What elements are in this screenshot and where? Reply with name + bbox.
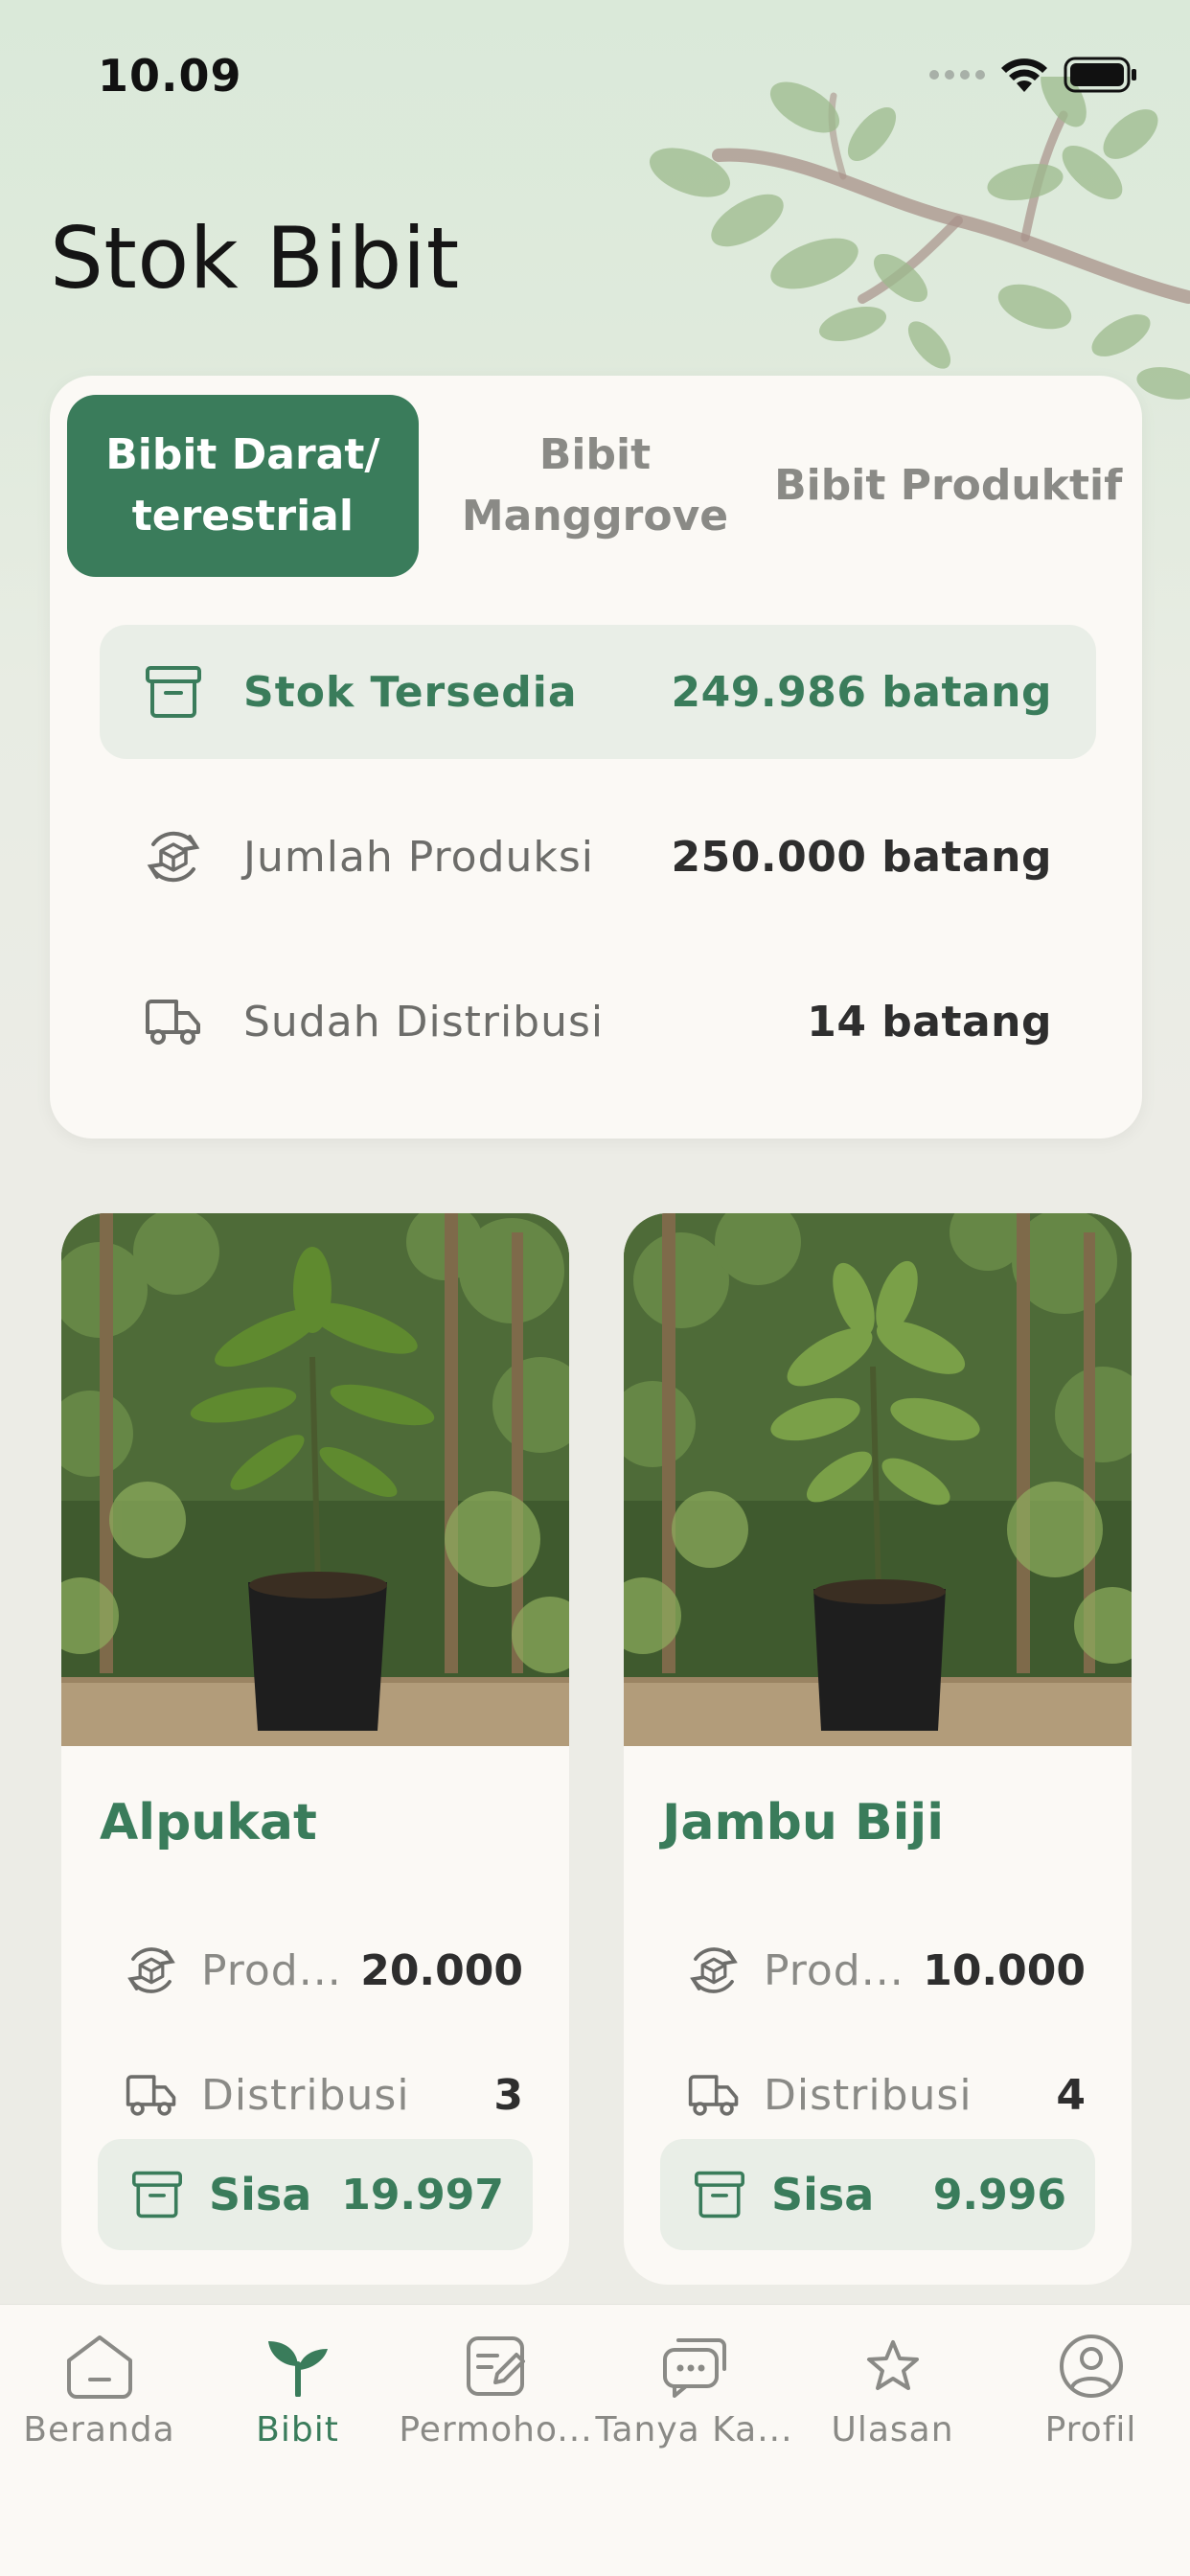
product-remaining-label: Sisa: [209, 2169, 312, 2220]
nav-item-tanya-kami[interactable]: Tanya Ka...: [595, 2328, 793, 2481]
battery-icon: [1064, 57, 1136, 93]
product-image-jambu-biji: [624, 1213, 1132, 1746]
product-distribution-label: Distribusi: [201, 2070, 410, 2120]
stat-distributed-label: Sudah Distribusi: [243, 997, 605, 1046]
page-title: Stok Bibit: [50, 209, 460, 308]
user-circle-icon: [1053, 2328, 1130, 2404]
nav-item-permohonan[interactable]: Permoho...: [397, 2328, 595, 2481]
cellular-signal-icon: [929, 70, 985, 80]
product-remaining-label: Sisa: [771, 2169, 875, 2220]
product-image-alpukat: [61, 1213, 569, 1746]
product-card-jambu-biji[interactable]: Jambu Biji Prod... 10.000 Distribusi 4 S…: [624, 1213, 1132, 2285]
sprout-icon: [260, 2328, 336, 2404]
nav-item-profil[interactable]: Profil: [992, 2328, 1190, 2481]
seedling-type-tabs: Bibit Darat/ terestrial Bibit Manggrove …: [67, 395, 1125, 577]
stat-available-label: Stok Tersedia: [243, 667, 578, 717]
product-production-row: Prod... 10.000: [685, 1932, 1086, 2009]
product-remaining-row: Sisa 19.997: [98, 2139, 533, 2250]
product-production-value: 10.000: [923, 1945, 1086, 1995]
tab-bibit-manggrove[interactable]: Bibit Manggrove: [419, 395, 772, 577]
nav-item-beranda[interactable]: Beranda: [0, 2328, 198, 2481]
nav-item-ulasan[interactable]: Ulasan: [793, 2328, 992, 2481]
edit-note-icon: [458, 2328, 535, 2404]
product-remaining-value: 19.997: [341, 2170, 504, 2220]
stat-production-row: Jumlah Produksi 250.000 batang: [100, 790, 1096, 924]
stat-available-row: Stok Tersedia 249.986 batang: [100, 625, 1096, 759]
stat-distributed-row: Sudah Distribusi 14 batang: [100, 954, 1096, 1089]
product-distribution-row: Distribusi 3: [123, 2057, 523, 2133]
nav-label: Beranda: [23, 2410, 175, 2450]
product-name: Alpukat: [100, 1794, 317, 1852]
stat-available-value: 249.986 batang: [671, 667, 1052, 717]
truck-icon: [685, 2066, 743, 2124]
stat-production-label: Jumlah Produksi: [243, 832, 595, 882]
tab-bibit-darat[interactable]: Bibit Darat/ terestrial: [67, 395, 419, 577]
nav-label: Tanya Ka...: [595, 2410, 793, 2450]
status-icons: [929, 56, 1138, 94]
product-name: Jambu Biji: [662, 1794, 945, 1852]
bottom-navigation: Beranda Bibit Permoho... Tanya Ka... Ula…: [0, 2304, 1190, 2576]
archive-box-icon: [128, 2166, 186, 2223]
product-distribution-label: Distribusi: [764, 2070, 973, 2120]
nav-label: Profil: [1044, 2410, 1137, 2450]
nav-label: Ulasan: [831, 2410, 954, 2450]
product-production-label: Prod...: [201, 1945, 342, 1995]
product-card-alpukat[interactable]: Alpukat Prod... 20.000 Distribusi 3 Sisa…: [61, 1213, 569, 2285]
product-distribution-row: Distribusi 4: [685, 2057, 1086, 2133]
wifi-icon: [1001, 58, 1047, 92]
truck-icon: [142, 990, 205, 1053]
product-remaining-row: Sisa 9.996: [660, 2139, 1095, 2250]
tree-branch-decoration: [649, 77, 1190, 400]
stat-distributed-value: 14 batang: [807, 997, 1052, 1046]
product-production-value: 20.000: [360, 1945, 523, 1995]
nav-item-bibit[interactable]: Bibit: [198, 2328, 397, 2481]
stat-production-value: 250.000 batang: [671, 832, 1052, 882]
home-icon: [61, 2328, 138, 2404]
nav-label: Bibit: [256, 2410, 339, 2450]
status-time: 10.09: [98, 50, 242, 102]
production-cycle-icon: [142, 825, 205, 888]
product-production-label: Prod...: [764, 1945, 904, 1995]
tab-bibit-produktif[interactable]: Bibit Produktif: [771, 395, 1125, 577]
archive-box-icon: [142, 660, 205, 724]
product-production-row: Prod... 20.000: [123, 1932, 523, 2009]
product-remaining-value: 9.996: [932, 2170, 1066, 2220]
nav-label: Permoho...: [399, 2410, 593, 2450]
product-distribution-value: 3: [493, 2070, 523, 2120]
production-cycle-icon: [685, 1942, 743, 1999]
archive-box-icon: [691, 2166, 748, 2223]
product-distribution-value: 4: [1056, 2070, 1086, 2120]
chat-bubbles-icon: [656, 2328, 733, 2404]
stock-summary-card: Bibit Darat/ terestrial Bibit Manggrove …: [50, 376, 1142, 1138]
star-icon: [855, 2328, 931, 2404]
truck-icon: [123, 2066, 180, 2124]
production-cycle-icon: [123, 1942, 180, 1999]
